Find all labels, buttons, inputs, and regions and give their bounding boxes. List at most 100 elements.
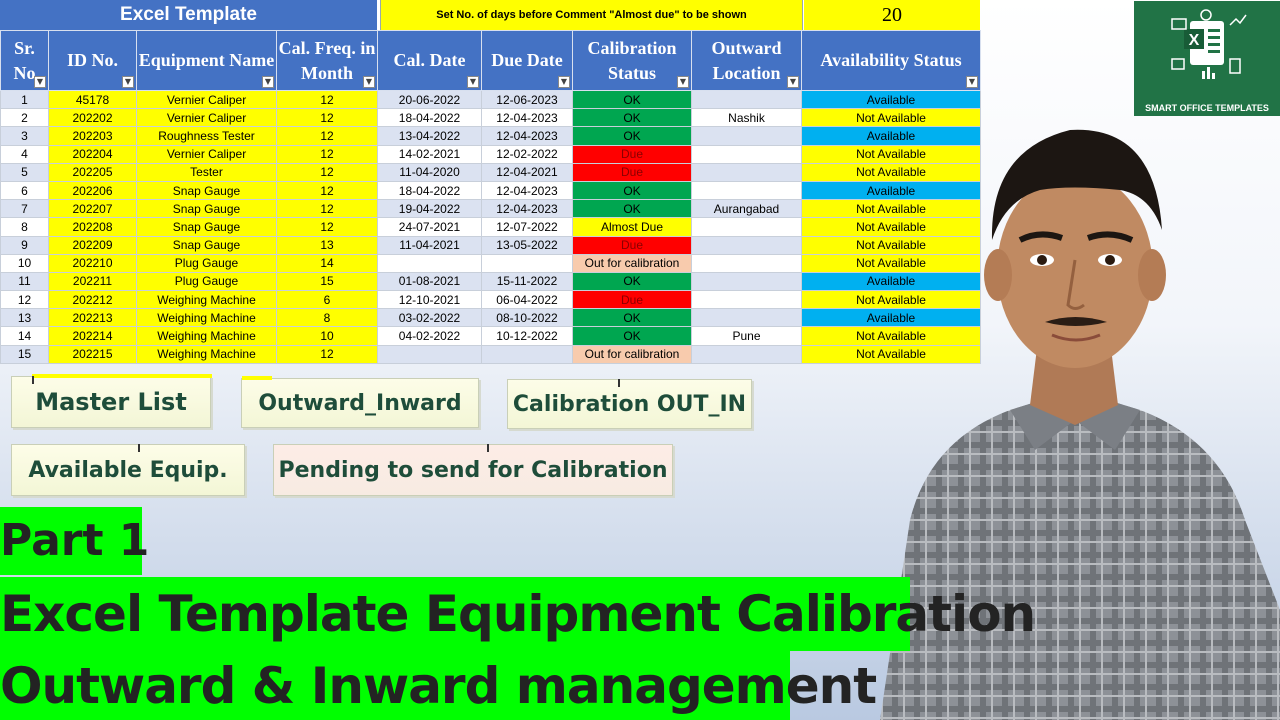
cal-freq-cell[interactable]: 8: [276, 308, 378, 328]
outward-location-cell[interactable]: [691, 162, 802, 182]
due-date-cell[interactable]: 12-04-2023: [481, 108, 573, 128]
cal-date-cell[interactable]: 14-02-2021: [377, 144, 482, 164]
cal-freq-cell[interactable]: 12: [276, 199, 378, 219]
due-date-cell[interactable]: 15-11-2022: [481, 271, 573, 292]
cal-date-cell[interactable]: 18-04-2022: [377, 180, 482, 201]
sr-no-cell[interactable]: 7: [0, 199, 49, 219]
equipment-name-cell[interactable]: Vernier Caliper: [136, 108, 277, 128]
outward-location-cell[interactable]: [691, 144, 802, 164]
due-date-cell[interactable]: 12-02-2022: [481, 144, 573, 164]
filter-dropdown-icon[interactable]: ▼: [122, 76, 134, 88]
equipment-name-cell[interactable]: Roughness Tester: [136, 126, 277, 146]
cal-freq-cell[interactable]: 12: [276, 108, 378, 128]
cal-freq-cell[interactable]: 12: [276, 126, 378, 146]
outward-location-cell[interactable]: [691, 253, 802, 273]
sr-no-cell[interactable]: 3: [0, 126, 49, 146]
equipment-name-cell[interactable]: Vernier Caliper: [136, 89, 277, 110]
calibration-status-cell[interactable]: Due: [572, 235, 692, 255]
sr-no-cell[interactable]: 9: [0, 235, 49, 255]
cal-freq-cell[interactable]: 10: [276, 326, 378, 346]
id-no-cell[interactable]: 202206: [48, 180, 137, 201]
calibration-status-cell[interactable]: Due: [572, 290, 692, 310]
id-no-cell[interactable]: 202202: [48, 108, 137, 128]
filter-dropdown-icon[interactable]: ▼: [34, 76, 46, 88]
filter-dropdown-icon[interactable]: ▼: [363, 76, 375, 88]
cal-date-cell[interactable]: 01-08-2021: [377, 271, 482, 292]
id-no-cell[interactable]: 202211: [48, 271, 137, 292]
id-no-cell[interactable]: 202214: [48, 326, 137, 346]
filter-dropdown-icon[interactable]: ▼: [966, 76, 978, 88]
calibration-status-cell[interactable]: OK: [572, 199, 692, 219]
due-date-cell[interactable]: 06-04-2022: [481, 290, 573, 310]
due-date-cell[interactable]: 12-06-2023: [481, 89, 573, 110]
sr-no-cell[interactable]: 5: [0, 162, 49, 182]
almost-due-days-input[interactable]: 20: [804, 0, 980, 30]
due-date-cell[interactable]: 08-10-2022: [481, 308, 573, 328]
sr-no-cell[interactable]: 12: [0, 290, 49, 310]
sr-no-cell[interactable]: 13: [0, 308, 49, 328]
cal-freq-cell[interactable]: 15: [276, 271, 378, 292]
cal-date-cell[interactable]: 03-02-2022: [377, 308, 482, 328]
cal-date-cell[interactable]: 11-04-2020: [377, 162, 482, 182]
outward-location-cell[interactable]: [691, 180, 802, 201]
filter-dropdown-icon[interactable]: ▼: [787, 76, 799, 88]
outward-location-cell[interactable]: [691, 344, 802, 364]
sr-no-cell[interactable]: 6: [0, 180, 49, 201]
equipment-name-cell[interactable]: Plug Gauge: [136, 253, 277, 273]
cal-freq-cell[interactable]: 13: [276, 235, 378, 255]
due-date-cell[interactable]: 10-12-2022: [481, 326, 573, 346]
id-no-cell[interactable]: 202212: [48, 290, 137, 310]
calibration-status-cell[interactable]: OK: [572, 180, 692, 201]
id-no-cell[interactable]: 202207: [48, 199, 137, 219]
outward-location-cell[interactable]: [691, 89, 802, 110]
cal-date-cell[interactable]: 12-10-2021: [377, 290, 482, 310]
master-list-button[interactable]: Master List: [11, 374, 212, 428]
outward-inward-button[interactable]: Outward_Inward: [241, 376, 479, 428]
calibration-status-cell[interactable]: OK: [572, 271, 692, 292]
sr-no-cell[interactable]: 15: [0, 344, 49, 364]
sr-no-cell[interactable]: 2: [0, 108, 49, 128]
cal-freq-cell[interactable]: 12: [276, 144, 378, 164]
sr-no-cell[interactable]: 8: [0, 217, 49, 237]
sr-no-cell[interactable]: 1: [0, 89, 49, 110]
calibration-out-in-button[interactable]: Calibration OUT_IN: [507, 379, 752, 429]
filter-dropdown-icon[interactable]: ▼: [262, 76, 274, 88]
equipment-name-cell[interactable]: Weighing Machine: [136, 344, 277, 364]
calibration-status-cell[interactable]: Almost Due: [572, 217, 692, 237]
outward-location-cell[interactable]: [691, 217, 802, 237]
id-no-cell[interactable]: 202215: [48, 344, 137, 364]
sr-no-cell[interactable]: 14: [0, 326, 49, 346]
cal-date-cell[interactable]: [377, 344, 482, 364]
cal-date-cell[interactable]: 13-04-2022: [377, 126, 482, 146]
id-no-cell[interactable]: 202209: [48, 235, 137, 255]
calibration-status-cell[interactable]: OK: [572, 308, 692, 328]
calibration-status-cell[interactable]: Due: [572, 162, 692, 182]
calibration-status-cell[interactable]: Out for calibration: [572, 344, 692, 364]
id-no-cell[interactable]: 202205: [48, 162, 137, 182]
calibration-status-cell[interactable]: OK: [572, 108, 692, 128]
sr-no-cell[interactable]: 10: [0, 253, 49, 273]
equipment-name-cell[interactable]: Vernier Caliper: [136, 144, 277, 164]
filter-dropdown-icon[interactable]: ▼: [558, 76, 570, 88]
equipment-name-cell[interactable]: Snap Gauge: [136, 199, 277, 219]
cal-freq-cell[interactable]: 14: [276, 253, 378, 273]
equipment-name-cell[interactable]: Weighing Machine: [136, 308, 277, 328]
calibration-status-cell[interactable]: OK: [572, 89, 692, 110]
cal-date-cell[interactable]: [377, 253, 482, 273]
id-no-cell[interactable]: 202210: [48, 253, 137, 273]
calibration-status-cell[interactable]: OK: [572, 326, 692, 346]
cal-date-cell[interactable]: 19-04-2022: [377, 199, 482, 219]
cal-date-cell[interactable]: 18-04-2022: [377, 108, 482, 128]
id-no-cell[interactable]: 202203: [48, 126, 137, 146]
cal-freq-cell[interactable]: 12: [276, 180, 378, 201]
equipment-name-cell[interactable]: Snap Gauge: [136, 180, 277, 201]
equipment-name-cell[interactable]: Snap Gauge: [136, 217, 277, 237]
id-no-cell[interactable]: 202204: [48, 144, 137, 164]
outward-location-cell[interactable]: Pune: [691, 326, 802, 346]
cal-freq-cell[interactable]: 12: [276, 162, 378, 182]
due-date-cell[interactable]: 12-04-2023: [481, 126, 573, 146]
outward-location-cell[interactable]: Aurangabad: [691, 199, 802, 219]
cal-freq-cell[interactable]: 6: [276, 290, 378, 310]
cal-freq-cell[interactable]: 12: [276, 89, 378, 110]
due-date-cell[interactable]: 12-04-2023: [481, 180, 573, 201]
